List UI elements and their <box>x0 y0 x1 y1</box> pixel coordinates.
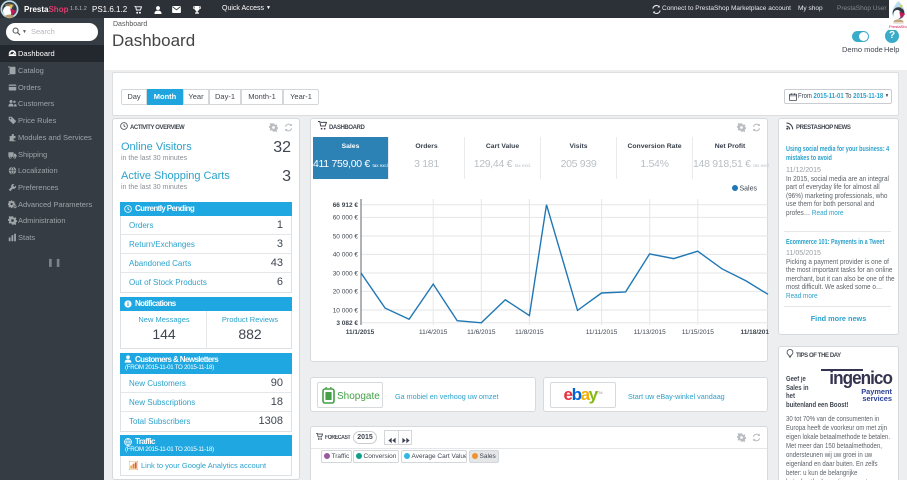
svg-text:11/11/2015: 11/11/2015 <box>586 329 618 336</box>
svg-text:11/6/2015: 11/6/2015 <box>467 329 496 336</box>
svg-text:66 912 €: 66 912 € <box>333 202 359 209</box>
svg-text:11/1/2015: 11/1/2015 <box>346 329 375 336</box>
svg-text:11/4/2015: 11/4/2015 <box>419 329 448 336</box>
svg-text:20 000 €: 20 000 € <box>333 289 359 296</box>
svg-text:60 000 €: 60 000 € <box>333 215 359 222</box>
svg-text:3 082 €: 3 082 € <box>336 320 358 327</box>
svg-text:30 000 €: 30 000 € <box>333 270 359 277</box>
svg-text:10 000 €: 10 000 € <box>333 307 359 314</box>
svg-text:11/15/2015: 11/15/2015 <box>682 329 714 336</box>
svg-text:11/8/2015: 11/8/2015 <box>515 329 544 336</box>
svg-text:11/13/2015: 11/13/2015 <box>634 329 666 336</box>
svg-text:11/18/201: 11/18/201 <box>740 329 769 336</box>
svg-text:40 000 €: 40 000 € <box>333 252 359 259</box>
svg-text:50 000 €: 50 000 € <box>333 233 359 240</box>
